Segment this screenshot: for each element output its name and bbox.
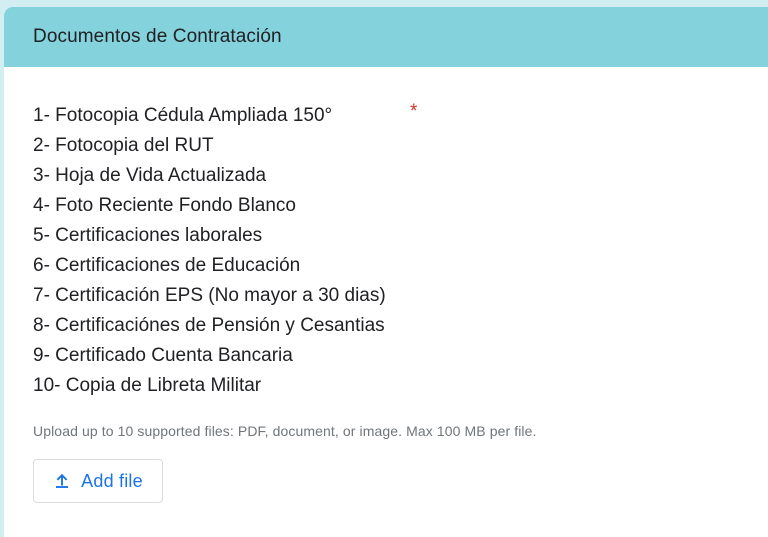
list-item: 10- Copia de Libreta Militar <box>33 375 262 396</box>
list-item: 6- Certificaciones de Educación <box>33 255 301 276</box>
document-list: 1- Fotocopia Cédula Ampliada 150° 2- Fot… <box>33 101 768 401</box>
list-item: 2- Fotocopia del RUT <box>33 135 214 156</box>
list-item: 3- Hoja de Vida Actualizada <box>33 165 267 186</box>
list-item: 5- Certificaciones laborales <box>33 225 263 246</box>
list-item: 4- Foto Reciente Fondo Blanco <box>33 195 296 216</box>
section-header: Documentos de Contratación <box>4 7 768 67</box>
add-file-label: Add file <box>81 470 143 491</box>
list-item: 7- Certificación EPS (No mayor a 30 dias… <box>33 285 386 306</box>
list-item: 9- Certificado Cuenta Bancaria <box>33 345 293 366</box>
upload-hint: Upload up to 10 supported files: PDF, do… <box>33 423 537 439</box>
section-title: Documentos de Contratación <box>33 26 282 47</box>
form-card: Documentos de Contratación 1- Fotocopia … <box>4 7 768 537</box>
upload-icon <box>53 472 71 490</box>
list-item: 8- Certificaciónes de Pensión y Cesantia… <box>33 315 385 336</box>
required-asterisk: * <box>410 101 418 122</box>
list-item: 1- Fotocopia Cédula Ampliada 150° <box>33 105 333 126</box>
add-file-button[interactable]: Add file <box>33 459 163 503</box>
file-upload-question: 1- Fotocopia Cédula Ampliada 150° 2- Fot… <box>4 67 768 503</box>
